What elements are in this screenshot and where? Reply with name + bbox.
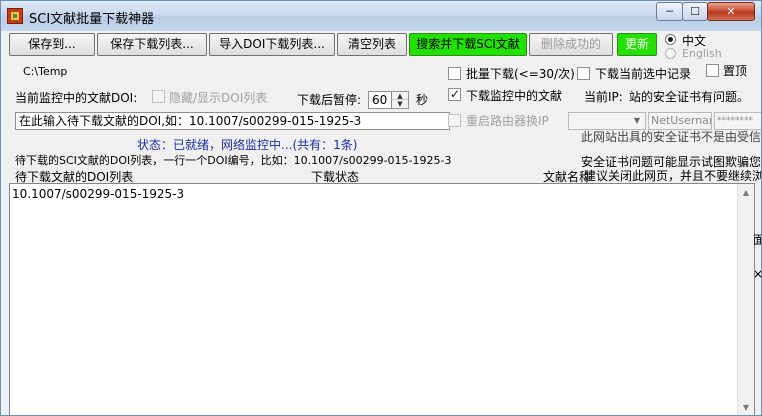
doi-listbox[interactable]: 10.1007/s00299-015-1925-3 ▲ ▼ [9, 183, 755, 415]
check-icon: ✓ [450, 87, 461, 101]
restart-router-label: 重启路由器换IP [466, 114, 549, 128]
pause-after-label: 下载后暂停: [297, 93, 362, 107]
batch-download-checkbox[interactable] [448, 67, 461, 80]
app-logo-icon [7, 8, 23, 24]
chevron-down-icon: ▼ [633, 116, 641, 125]
update-button[interactable]: 更新 [617, 33, 657, 56]
download-selected-checkbox[interactable] [577, 67, 590, 80]
restart-router-checkbox[interactable] [448, 114, 461, 127]
scroll-down-icon[interactable]: ▼ [738, 399, 754, 415]
current-ip-value: 站的安全证书有问题。 [629, 90, 750, 104]
window-title: SCI文献批量下载神器 [29, 12, 155, 27]
hide-show-doi-checkbox[interactable] [152, 90, 165, 103]
delete-success-button[interactable]: 删除成功的 [529, 33, 613, 56]
status-text: 状态：已就绪，网络监控中...(共有：1条) [137, 138, 358, 152]
spin-up-icon[interactable]: ▲ [392, 92, 408, 100]
list-scrollbar[interactable]: ▲ ▼ [737, 184, 754, 415]
hide-show-doi-label: 隐藏/显示DOI列表 [169, 91, 268, 105]
spin-down-icon[interactable]: ▼ [392, 100, 408, 108]
edge-text-1: 面 [753, 231, 761, 248]
clear-list-button[interactable]: 清空列表 [337, 33, 407, 56]
title-bar: SCI文献批量下载神器 ─ ☐ ✕ [1, 1, 761, 31]
cert-warning-line1: 此网站出具的安全证书不是由受信 [581, 130, 762, 144]
list-item[interactable]: 10.1007/s00299-015-1925-3 [12, 187, 184, 201]
maximize-button[interactable]: ☐ [682, 2, 708, 21]
pause-unit: 秒 [416, 93, 429, 107]
download-selected-label: 下载当前选中记录 [595, 67, 692, 81]
chinese-radio[interactable] [665, 34, 676, 45]
import-doi-button[interactable]: 导入DOI下载列表... [209, 33, 335, 56]
cert-warning-line3: 建议关闭此网页，并且不要继续浏 [584, 169, 762, 183]
pause-spinner[interactable]: ▲ ▼ [391, 91, 409, 109]
doi-input[interactable]: 在此输入待下载文献的DOI,如：10.1007/s00299-015-1925-… [15, 112, 450, 130]
close-button[interactable]: ✕ [707, 2, 755, 21]
download-monitored-label: 下载监控中的文献 [466, 89, 563, 103]
save-to-button[interactable]: 保存到... [9, 33, 95, 56]
main-window: SCI文献批量下载神器 ─ ☐ ✕ 保存到... 保存下载列表... 导入DOI… [0, 0, 762, 416]
pin-top-label: 置顶 [723, 64, 748, 78]
scroll-up-icon[interactable]: ▲ [738, 184, 754, 201]
english-label: English [682, 47, 722, 60]
pause-seconds-input[interactable]: 60 [368, 91, 392, 109]
save-path: C:\Temp [23, 65, 68, 78]
search-download-button[interactable]: 搜索并下载SCI文献 [409, 33, 527, 56]
edge-text-2: × [753, 267, 761, 281]
english-radio[interactable] [665, 48, 676, 59]
current-ip-label: 当前IP: [584, 90, 623, 104]
doi-list-hint: 待下载的SCI文献的DOI列表，一行一个DOI编号，比如：10.1007/s00… [15, 154, 452, 167]
monitoring-doi-label: 当前监控中的文献DOI: [15, 91, 138, 105]
save-list-button[interactable]: 保存下载列表... [97, 33, 207, 56]
pin-top-checkbox[interactable] [706, 64, 719, 77]
download-monitored-checkbox[interactable]: ✓ [448, 87, 461, 101]
batch-download-label: 批量下载(<=30/次) [466, 67, 575, 81]
minimize-button[interactable]: ─ [656, 2, 683, 21]
